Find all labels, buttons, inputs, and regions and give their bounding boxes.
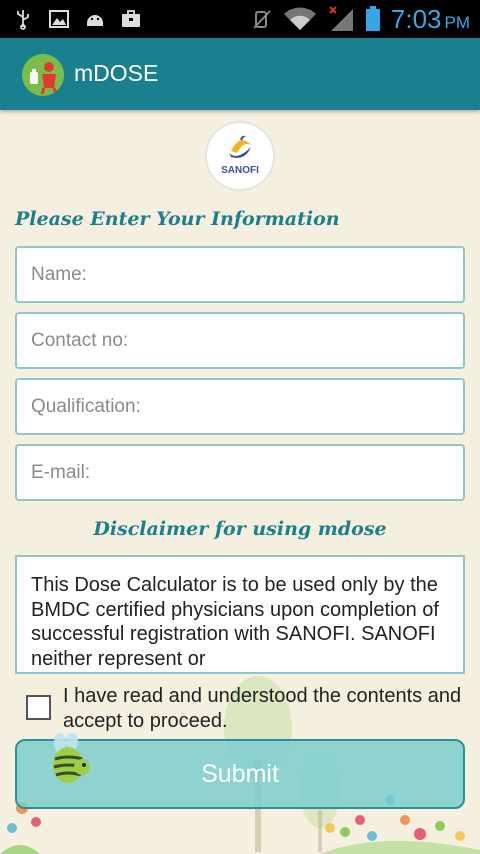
agree-label: I have read and understood the contents … — [63, 685, 462, 732]
signal-icon — [329, 6, 353, 31]
bee-icon — [53, 733, 90, 783]
form-heading: Please Enter Your Information — [15, 208, 340, 230]
briefcase-icon — [122, 10, 140, 27]
sanofi-bird-icon — [229, 135, 251, 158]
disclaimer-text: This Dose Calculator is to be used only … — [31, 574, 439, 670]
usb-icon — [17, 10, 29, 30]
disclaimer-box[interactable]: This Dose Calculator is to be used only … — [15, 555, 465, 674]
qualification-field[interactable] — [15, 378, 465, 435]
app-logo-icon[interactable] — [22, 54, 64, 96]
email-input[interactable] — [17, 446, 463, 499]
agree-checkbox[interactable] — [26, 695, 51, 720]
status-bar: 7:03 PM — [0, 0, 480, 38]
android-icon — [87, 15, 103, 26]
mute-icon — [253, 10, 271, 29]
battery-icon — [365, 6, 380, 31]
contact-input[interactable] — [17, 314, 463, 367]
name-input[interactable] — [17, 248, 463, 301]
name-field[interactable] — [15, 246, 465, 303]
disclaimer-heading: Disclaimer for using mdose — [93, 518, 387, 540]
contact-field[interactable] — [15, 312, 465, 369]
qualification-input[interactable] — [17, 380, 463, 433]
sanofi-logo: SANOFI — [205, 121, 275, 191]
agree-row[interactable]: I have read and understood the contents … — [26, 684, 466, 736]
clock: 7:03 PM — [390, 3, 470, 34]
image-icon — [49, 10, 69, 28]
wifi-icon — [283, 7, 316, 30]
email-field[interactable] — [15, 444, 465, 501]
app-title: mDOSE — [74, 60, 159, 86]
action-bar: mDOSE — [0, 38, 480, 110]
